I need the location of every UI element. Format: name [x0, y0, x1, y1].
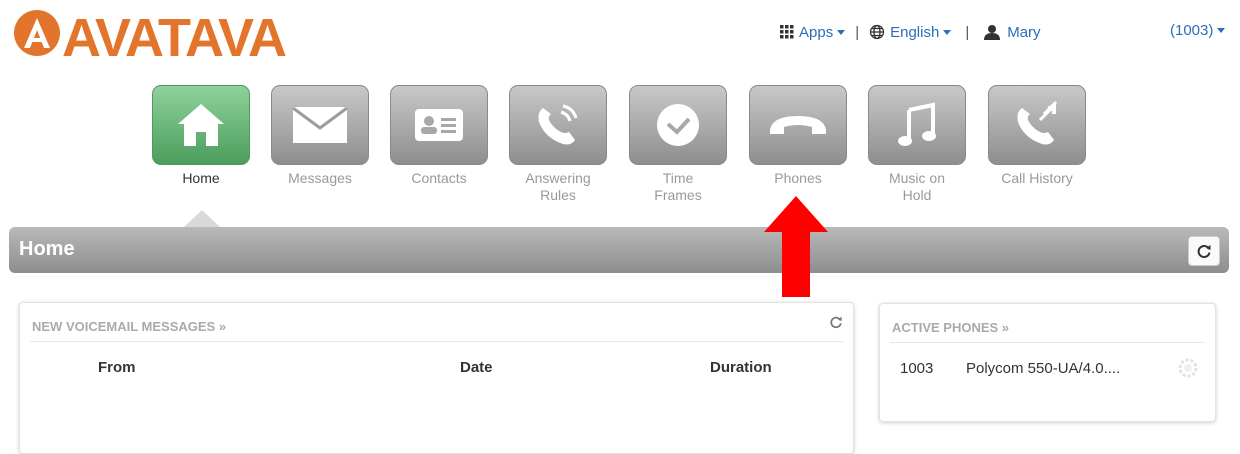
extension-label: (1003) [1170, 22, 1214, 39]
tile-label: Contacts [411, 170, 467, 186]
extension-menu[interactable]: (1003) [1170, 22, 1226, 39]
tile-answering-rules-button[interactable] [509, 85, 607, 165]
tile-label: Call History [1001, 170, 1073, 186]
voicemail-title-link[interactable]: NEW VOICEMAIL MESSAGES » [32, 319, 226, 334]
tile-home[interactable]: Home [152, 85, 250, 187]
chevron-down-icon [1217, 28, 1226, 33]
apps-grid-icon [780, 25, 794, 39]
gear-icon[interactable] [1178, 358, 1198, 378]
divider [30, 341, 843, 342]
chevron-down-icon [943, 29, 952, 35]
tile-messages[interactable]: Messages [271, 85, 369, 187]
column-header-date[interactable]: Date [460, 359, 493, 376]
globe-icon [869, 24, 885, 40]
tile-call-history[interactable]: Call History [988, 85, 1086, 187]
handset-icon [770, 116, 826, 134]
active-phones-panel: ACTIVE PHONES » 1003 Polycom 550-UA/4.0.… [879, 303, 1216, 422]
annotation-arrow [764, 196, 828, 297]
apps-label: Apps [799, 23, 834, 41]
language-label: English [890, 23, 940, 41]
tile-label: Music on Hold [888, 170, 946, 203]
svg-text:AVATAVA: AVATAVA [62, 8, 286, 62]
tile-music-on-hold-button[interactable] [868, 85, 966, 165]
tile-contacts[interactable]: Contacts [390, 85, 488, 187]
call-history-icon [1017, 100, 1058, 145]
refresh-button[interactable] [1188, 236, 1220, 266]
column-header-from[interactable]: From [98, 359, 136, 376]
column-header-duration[interactable]: Duration [710, 359, 772, 376]
tile-label: Home [182, 170, 220, 186]
music-note-icon [898, 102, 936, 146]
separator: | [855, 23, 860, 41]
apps-menu[interactable]: Apps [780, 23, 846, 41]
page-title: Home [19, 238, 75, 260]
user-name: Mary [1007, 23, 1041, 41]
active-phones-title-link[interactable]: ACTIVE PHONES » [892, 320, 1009, 335]
tile-label: Messages [288, 170, 352, 186]
top-navigation: Apps | English | Mary [780, 22, 1041, 42]
refresh-icon [1197, 245, 1211, 258]
clock-icon [657, 104, 699, 146]
separator: | [965, 23, 970, 41]
phone-extension: 1003 [900, 360, 934, 377]
envelope-icon [292, 106, 348, 143]
tile-messages-button[interactable] [271, 85, 369, 165]
contact-card-icon [415, 109, 463, 141]
phone-ringing-icon [538, 104, 578, 145]
tile-home-button[interactable] [152, 85, 250, 165]
tile-label: Answering Rules [525, 170, 591, 203]
tile-contacts-button[interactable] [390, 85, 488, 165]
user-menu[interactable]: Mary [983, 23, 1041, 41]
phone-device: Polycom 550-UA/4.0.... [966, 360, 1121, 377]
home-icon [178, 104, 224, 146]
language-menu[interactable]: English [869, 23, 952, 41]
avatava-logo: AVATAVA [14, 8, 288, 62]
page-header: Home [9, 227, 1229, 273]
tile-time-frames-button[interactable] [629, 85, 727, 165]
voicemail-panel: NEW VOICEMAIL MESSAGES » From Date Durat… [19, 302, 854, 454]
tile-phones-button[interactable] [749, 85, 847, 165]
tile-music-on-hold[interactable]: Music on Hold [868, 85, 966, 204]
chevron-down-icon [837, 29, 846, 35]
refresh-icon[interactable] [829, 315, 843, 329]
tile-label: Phones [774, 170, 822, 186]
tile-phones[interactable]: Phones [749, 85, 847, 187]
divider [890, 342, 1205, 343]
tile-call-history-button[interactable] [988, 85, 1086, 165]
user-icon [984, 25, 1001, 40]
tile-label: Time Frames [654, 170, 702, 203]
tile-time-frames[interactable]: Time Frames [629, 85, 727, 204]
tile-answering-rules[interactable]: Answering Rules [509, 85, 607, 204]
active-tile-pointer [184, 210, 220, 227]
